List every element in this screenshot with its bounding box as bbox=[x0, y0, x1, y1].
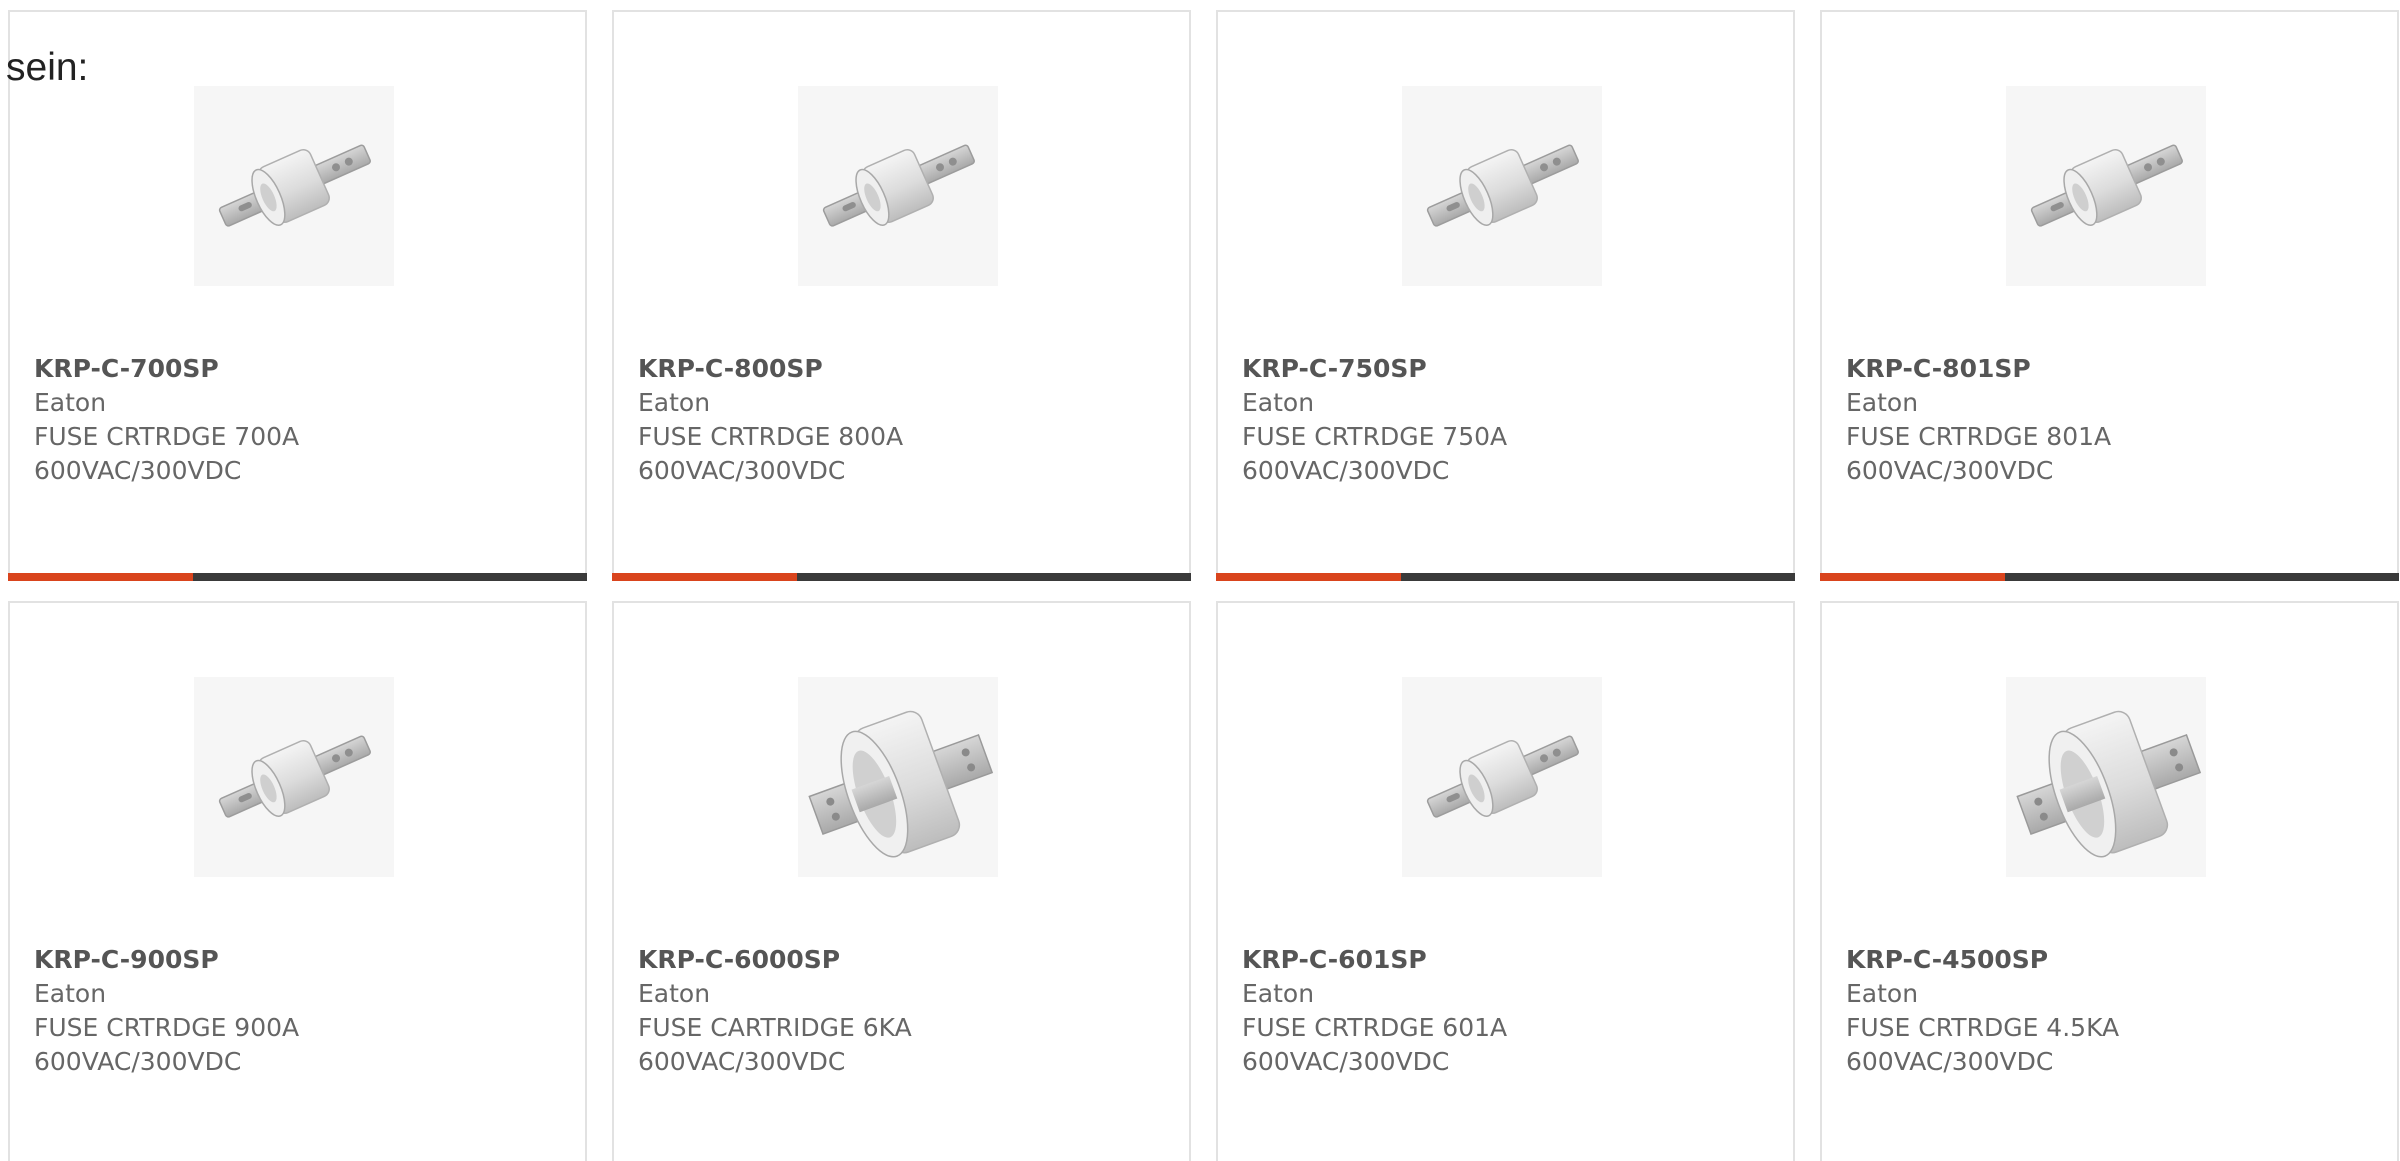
product-info: KRP-C-4500SP Eaton FUSE CRTRDGE 4.5KA 60… bbox=[1846, 943, 2119, 1079]
product-card[interactable]: KRP-C-700SP Eaton FUSE CRTRDGE 700A 600V… bbox=[8, 10, 587, 581]
description-line-1: FUSE CRTRDGE 4.5KA bbox=[1846, 1013, 2120, 1042]
product-info: KRP-C-750SP Eaton FUSE CRTRDGE 750A 600V… bbox=[1242, 352, 1507, 488]
product-card[interactable]: KRP-C-6000SP Eaton FUSE CARTRIDGE 6KA 60… bbox=[612, 601, 1191, 1161]
card-bottom-bar bbox=[612, 573, 1191, 581]
manufacturer: Eaton bbox=[34, 979, 107, 1008]
product-image[interactable] bbox=[1402, 677, 1602, 877]
product-image[interactable] bbox=[194, 86, 394, 286]
fuse-bolt-small-icon bbox=[194, 86, 394, 286]
card-accent-bar bbox=[8, 573, 193, 581]
product-info: KRP-C-6000SP Eaton FUSE CARTRIDGE 6KA 60… bbox=[638, 943, 912, 1079]
manufacturer: Eaton bbox=[1242, 388, 1315, 417]
part-number[interactable]: KRP-C-601SP bbox=[1242, 943, 1507, 977]
description-line-1: FUSE CRTRDGE 800A bbox=[638, 422, 904, 451]
description-line-2: 600VAC/300VDC bbox=[638, 1047, 846, 1076]
description-line-2: 600VAC/300VDC bbox=[1846, 1047, 2054, 1076]
card-accent-bar bbox=[1820, 573, 2005, 581]
product-image[interactable] bbox=[1402, 86, 1602, 286]
fuse-bolt-small-icon bbox=[1402, 86, 1602, 286]
description-line-1: FUSE CRTRDGE 750A bbox=[1242, 422, 1508, 451]
product-card[interactable]: KRP-C-900SP Eaton FUSE CRTRDGE 900A 600V… bbox=[8, 601, 587, 1161]
manufacturer: Eaton bbox=[1846, 388, 1919, 417]
product-image[interactable] bbox=[2006, 86, 2206, 286]
manufacturer: Eaton bbox=[638, 979, 711, 1008]
part-number[interactable]: KRP-C-6000SP bbox=[638, 943, 912, 977]
part-number[interactable]: KRP-C-750SP bbox=[1242, 352, 1507, 386]
fuse-bolt-small-icon bbox=[798, 86, 998, 286]
card-bottom-bar bbox=[1820, 573, 2399, 581]
manufacturer: Eaton bbox=[34, 388, 107, 417]
part-number[interactable]: KRP-C-700SP bbox=[34, 352, 299, 386]
manufacturer: Eaton bbox=[1242, 979, 1315, 1008]
product-image[interactable] bbox=[798, 86, 998, 286]
fuse-bolt-large-icon bbox=[798, 677, 998, 877]
card-accent-bar bbox=[1216, 573, 1401, 581]
description-line-2: 600VAC/300VDC bbox=[638, 456, 846, 485]
description-line-2: 600VAC/300VDC bbox=[1242, 456, 1450, 485]
card-bottom-bar bbox=[1216, 573, 1795, 581]
product-image[interactable] bbox=[194, 677, 394, 877]
product-card[interactable]: KRP-C-801SP Eaton FUSE CRTRDGE 801A 600V… bbox=[1820, 10, 2399, 581]
product-image[interactable] bbox=[798, 677, 998, 877]
part-number[interactable]: KRP-C-900SP bbox=[34, 943, 299, 977]
description-line-1: FUSE CRTRDGE 900A bbox=[34, 1013, 300, 1042]
product-image[interactable] bbox=[2006, 677, 2206, 877]
product-info: KRP-C-801SP Eaton FUSE CRTRDGE 801A 600V… bbox=[1846, 352, 2111, 488]
card-bottom-bar bbox=[8, 573, 587, 581]
fuse-bolt-small-icon bbox=[194, 677, 394, 877]
description-line-2: 600VAC/300VDC bbox=[34, 1047, 242, 1076]
product-info: KRP-C-800SP Eaton FUSE CRTRDGE 800A 600V… bbox=[638, 352, 903, 488]
description-line-2: 600VAC/300VDC bbox=[34, 456, 242, 485]
part-number[interactable]: KRP-C-4500SP bbox=[1846, 943, 2119, 977]
intro-text: sein: bbox=[6, 46, 89, 89]
product-info: KRP-C-700SP Eaton FUSE CRTRDGE 700A 600V… bbox=[34, 352, 299, 488]
product-info: KRP-C-900SP Eaton FUSE CRTRDGE 900A 600V… bbox=[34, 943, 299, 1079]
product-results-page: sein: KRP-C-700SP Eaton FUSE CRTRDGE 700… bbox=[0, 0, 2400, 1161]
description-line-1: FUSE CRTRDGE 601A bbox=[1242, 1013, 1508, 1042]
description-line-2: 600VAC/300VDC bbox=[1242, 1047, 1450, 1076]
fuse-bolt-small-icon bbox=[1402, 677, 1602, 877]
description-line-1: FUSE CRTRDGE 801A bbox=[1846, 422, 2112, 451]
card-accent-bar bbox=[612, 573, 797, 581]
fuse-bolt-large-icon bbox=[2006, 677, 2206, 877]
part-number[interactable]: KRP-C-801SP bbox=[1846, 352, 2111, 386]
description-line-1: FUSE CARTRIDGE 6KA bbox=[638, 1013, 912, 1042]
description-line-2: 600VAC/300VDC bbox=[1846, 456, 2054, 485]
product-info: KRP-C-601SP Eaton FUSE CRTRDGE 601A 600V… bbox=[1242, 943, 1507, 1079]
product-card[interactable]: KRP-C-4500SP Eaton FUSE CRTRDGE 4.5KA 60… bbox=[1820, 601, 2399, 1161]
product-card[interactable]: KRP-C-800SP Eaton FUSE CRTRDGE 800A 600V… bbox=[612, 10, 1191, 581]
fuse-bolt-small-icon bbox=[2006, 86, 2206, 286]
product-card[interactable]: KRP-C-601SP Eaton FUSE CRTRDGE 601A 600V… bbox=[1216, 601, 1795, 1161]
description-line-1: FUSE CRTRDGE 700A bbox=[34, 422, 300, 451]
part-number[interactable]: KRP-C-800SP bbox=[638, 352, 903, 386]
manufacturer: Eaton bbox=[1846, 979, 1919, 1008]
product-card[interactable]: KRP-C-750SP Eaton FUSE CRTRDGE 750A 600V… bbox=[1216, 10, 1795, 581]
manufacturer: Eaton bbox=[638, 388, 711, 417]
